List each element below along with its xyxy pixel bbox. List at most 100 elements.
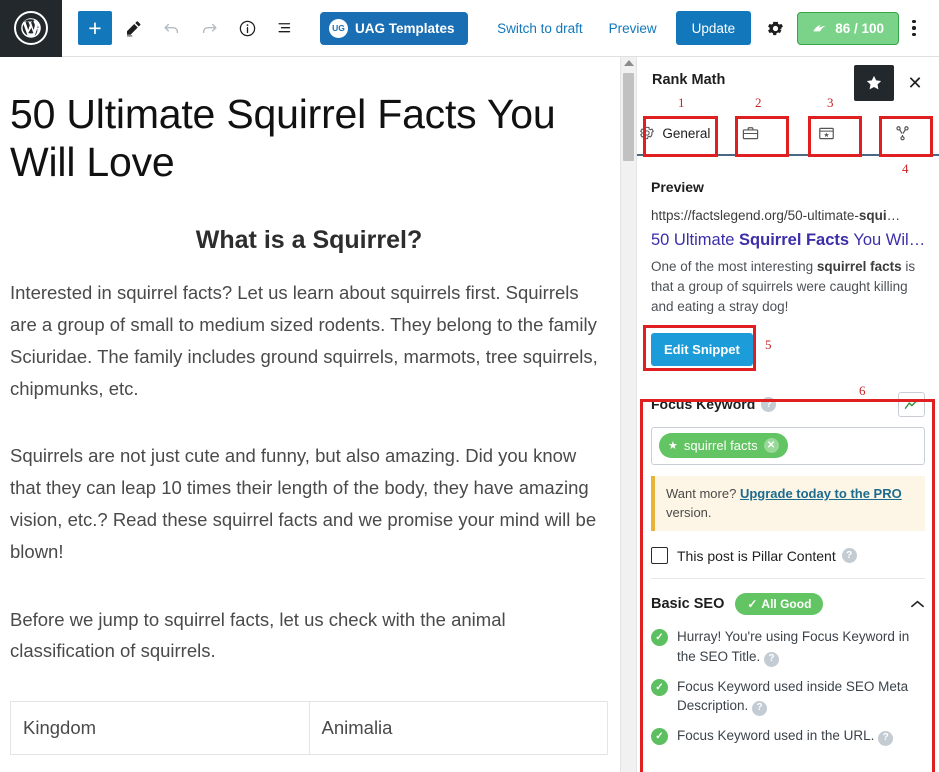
- pillar-content-checkbox[interactable]: [651, 547, 668, 565]
- panel-tabs: General: [637, 112, 939, 156]
- badge-label: All Good: [761, 597, 812, 612]
- check-pass-icon: ✓: [651, 678, 668, 696]
- uag-logo-icon: UG: [329, 18, 348, 38]
- post-editor-canvas[interactable]: 50 Ultimate Squirrel Facts You Will Love…: [0, 57, 620, 772]
- post-heading-2[interactable]: What is a Squirrel?: [10, 226, 608, 255]
- chip-star-icon: ★: [668, 440, 678, 453]
- check-text: Focus Keyword used inside SEO Meta Descr…: [677, 677, 925, 717]
- star-icon[interactable]: [854, 65, 894, 101]
- preview-section-title: Preview: [651, 179, 704, 195]
- list-view-icon[interactable]: [268, 11, 302, 45]
- tab-general[interactable]: General: [637, 112, 713, 154]
- table-cell-term[interactable]: Kingdom: [10, 701, 310, 756]
- post-paragraph-2[interactable]: Squirrels are not just cute and funny, b…: [10, 440, 608, 567]
- scroll-up-arrow-icon[interactable]: [623, 60, 634, 66]
- panel-body: Preview https://factslegend.org/50-ultim…: [637, 179, 939, 746]
- upgrade-notice: Want more? Upgrade today to the PRO vers…: [651, 475, 925, 532]
- chip-label: squirrel facts: [683, 438, 758, 454]
- help-icon[interactable]: ?: [761, 396, 777, 412]
- panel-tabs-wrapper: General: [637, 103, 939, 161]
- editor-scrollbar[interactable]: [620, 57, 636, 772]
- list-item: ✓ Hurray! You're using Focus Keyword in …: [651, 627, 925, 667]
- help-icon[interactable]: ?: [764, 651, 780, 667]
- snippet-title-post: You Wil: [849, 230, 909, 249]
- post-title[interactable]: 50 Ultimate Squirrel Facts You Will Love: [10, 91, 608, 186]
- chevron-up-icon[interactable]: [910, 596, 925, 612]
- snippet-desc-bold: squirrel facts: [816, 259, 902, 275]
- tab-share[interactable]: [864, 112, 939, 154]
- seo-score-badge[interactable]: 86 / 100: [797, 11, 899, 45]
- basic-seo-title: Basic SEO: [651, 596, 725, 613]
- more-options-icon[interactable]: [899, 10, 929, 46]
- notice-post: version.: [666, 504, 712, 520]
- tab-general-label: General: [662, 125, 711, 141]
- edit-snippet-button[interactable]: Edit Snippet: [651, 332, 753, 366]
- help-icon[interactable]: ?: [878, 730, 894, 746]
- settings-gear-icon[interactable]: [757, 10, 793, 46]
- check-text: Focus Keyword used in the URL. ?: [677, 726, 894, 746]
- gear-icon: [640, 126, 655, 140]
- classification-table[interactable]: Kingdom Animalia: [10, 701, 608, 756]
- notice-pre: Want more?: [666, 485, 740, 501]
- share-nodes-icon: [895, 125, 909, 140]
- app-root: + UG UAG Templates Switch to draft Previ…: [0, 0, 939, 772]
- switch-to-draft-button[interactable]: Switch to draft: [484, 21, 596, 36]
- add-block-label: +: [88, 14, 102, 41]
- focus-keyword-chip[interactable]: ★ squirrel facts ✕: [659, 433, 788, 459]
- wordpress-logo-icon: [14, 11, 48, 45]
- list-item: ✓ Focus Keyword used inside SEO Meta Des…: [651, 677, 925, 717]
- basic-seo-header[interactable]: Basic SEO ✓ All Good: [651, 579, 925, 625]
- seo-score-value: 86 / 100: [835, 20, 884, 36]
- uag-templates-button[interactable]: UG UAG Templates: [320, 11, 468, 45]
- list-item: ✓ Focus Keyword used in the URL. ?: [651, 726, 925, 746]
- badge-check-icon: ✓: [747, 597, 758, 612]
- focus-keyword-input[interactable]: ★ squirrel facts ✕: [651, 426, 925, 465]
- update-button[interactable]: Update: [675, 11, 752, 45]
- snippet-url: https://factslegend.org/50-ultimate-squi…: [651, 207, 925, 225]
- focus-keyword-label: Focus Keyword ?: [651, 396, 777, 413]
- info-icon[interactable]: [230, 11, 264, 45]
- table-cell-value[interactable]: Animalia: [308, 701, 608, 756]
- annotation-number-4: 4: [902, 161, 909, 176]
- edit-pencil-icon[interactable]: [116, 11, 150, 45]
- rank-math-sidebar-panel: Rank Math ✕ General Preview https://fact…: [636, 57, 939, 772]
- chip-remove-icon[interactable]: ✕: [763, 438, 779, 454]
- social-card-icon: [819, 127, 834, 139]
- basic-seo-check-list: ✓ Hurray! You're using Focus Keyword in …: [651, 625, 925, 746]
- trend-chart-icon[interactable]: [898, 391, 925, 417]
- help-icon[interactable]: ?: [841, 548, 857, 564]
- pillar-content-row[interactable]: This post is Pillar Content ?: [651, 531, 925, 580]
- redo-icon[interactable]: [192, 11, 226, 45]
- wordpress-logo-button[interactable]: [0, 0, 62, 57]
- add-block-button[interactable]: +: [78, 11, 112, 45]
- post-paragraph-1[interactable]: Interested in squirrel facts? Let us lea…: [10, 277, 608, 404]
- snippet-desc-pre: One of the most interesting: [651, 259, 817, 275]
- focus-keyword-header: Focus Keyword ?: [651, 388, 925, 417]
- pillar-content-text: This post is Pillar Content: [677, 547, 836, 564]
- help-icon[interactable]: ?: [752, 701, 768, 717]
- scrollbar-thumb[interactable]: [623, 73, 634, 161]
- annotation-number-2: 2: [755, 95, 762, 110]
- table-row[interactable]: Kingdom Animalia: [10, 701, 608, 756]
- toolbar-left-group: + UG UAG Templates: [62, 11, 468, 45]
- editor-top-bar: + UG UAG Templates Switch to draft Previ…: [0, 0, 939, 57]
- snippet-title-pre: 50 Ultimate: [651, 230, 740, 249]
- check-pass-icon: ✓: [651, 629, 668, 647]
- pillar-content-label: This post is Pillar Content ?: [677, 548, 857, 564]
- check-text: Hurray! You're using Focus Keyword in th…: [677, 627, 925, 667]
- snippet-description: One of the most interesting squirrel fac…: [651, 257, 925, 317]
- undo-icon[interactable]: [154, 11, 188, 45]
- close-icon[interactable]: ✕: [903, 71, 927, 95]
- upgrade-pro-link[interactable]: Upgrade today to the PRO: [740, 486, 902, 501]
- annotation-number-6: 6: [859, 383, 866, 398]
- snippet-title-ellipsis: …: [908, 230, 925, 249]
- snippet-title: 50 Ultimate Squirrel Facts You Wil…: [651, 230, 925, 251]
- snippet-title-bold: Squirrel Facts: [739, 230, 850, 249]
- tab-schema[interactable]: [788, 112, 865, 154]
- focus-keyword-text: Focus Keyword: [651, 396, 756, 413]
- snippet-url-ellipsis: …: [886, 208, 901, 223]
- tab-social[interactable]: [712, 112, 789, 154]
- snippet-url-plain: https://factslegend.org/50-ultimate-: [651, 208, 859, 223]
- preview-button[interactable]: Preview: [596, 21, 670, 36]
- post-paragraph-3[interactable]: Before we jump to squirrel facts, let us…: [10, 604, 608, 668]
